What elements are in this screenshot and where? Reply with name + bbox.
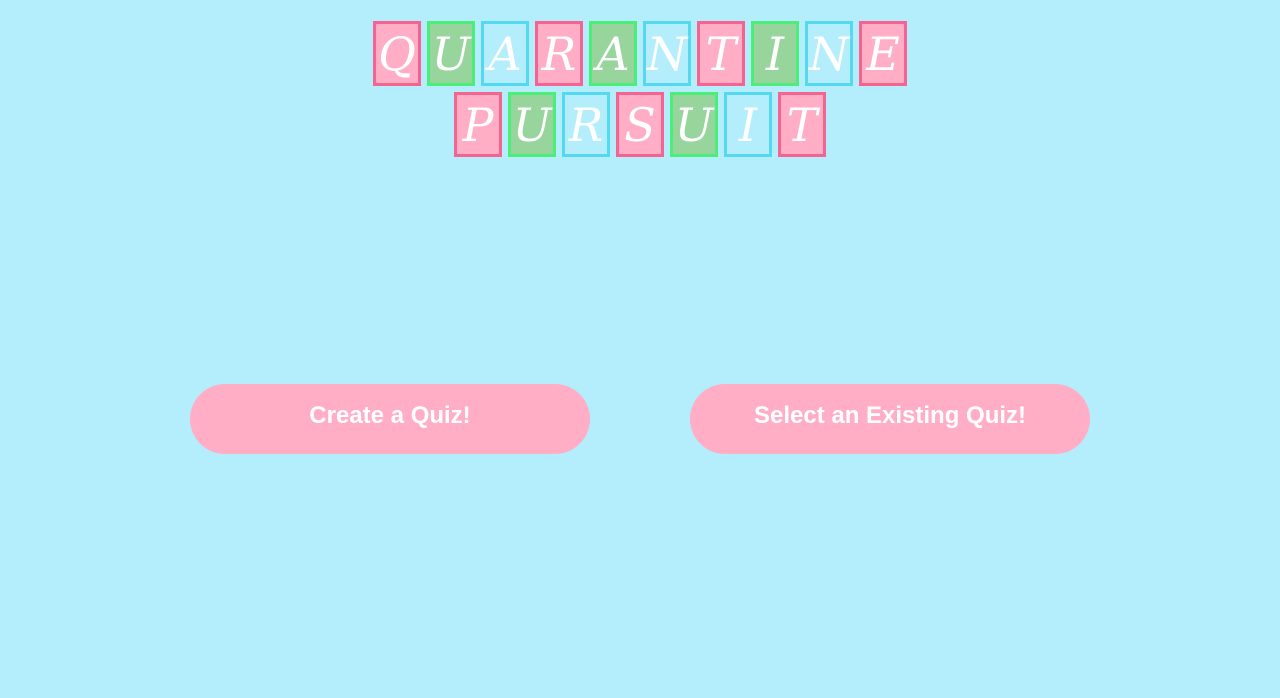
- title-tile: E: [859, 21, 907, 86]
- title-tile: T: [697, 21, 745, 86]
- title-tile: U: [427, 21, 475, 86]
- title-tile: T: [778, 92, 826, 157]
- title-tile: I: [724, 92, 772, 157]
- title-tile: R: [562, 92, 610, 157]
- title-tile: U: [670, 92, 718, 157]
- title-word-quarantine: Q U A R A N T I N E: [0, 21, 1280, 86]
- create-quiz-button[interactable]: Create a Quiz!: [190, 384, 590, 454]
- title-tile: N: [805, 21, 853, 86]
- title-tile: I: [751, 21, 799, 86]
- title-tile: A: [481, 21, 529, 86]
- title-word-pursuit: P U R S U I T: [0, 92, 1280, 157]
- select-existing-quiz-button[interactable]: Select an Existing Quiz!: [690, 384, 1090, 454]
- title-tile: P: [454, 92, 502, 157]
- title-tile: U: [508, 92, 556, 157]
- title-tile: N: [643, 21, 691, 86]
- title-tile: A: [589, 21, 637, 86]
- title-tile: Q: [373, 21, 421, 86]
- title-tile: R: [535, 21, 583, 86]
- title-tile: S: [616, 92, 664, 157]
